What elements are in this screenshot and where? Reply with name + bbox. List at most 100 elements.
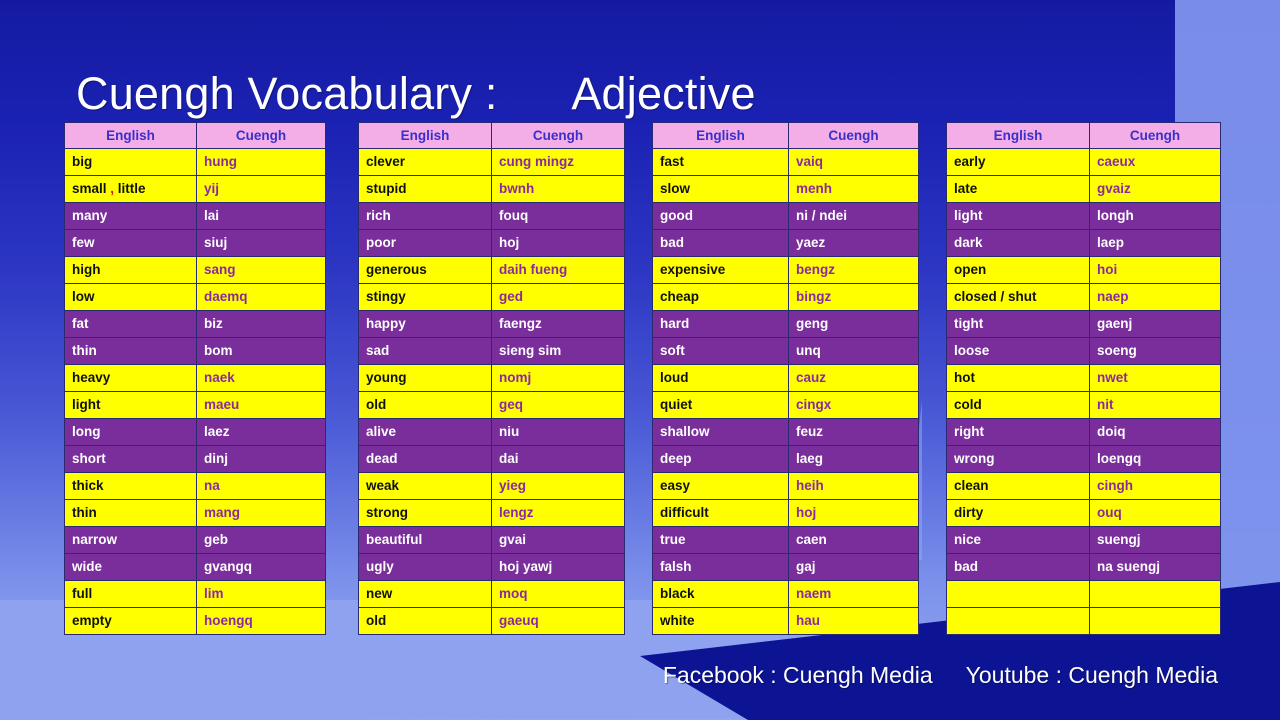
cell-cuengh: heih [788, 472, 919, 500]
cell-cuengh: nomj [491, 364, 625, 392]
vocab-table-3: English Cuengh fast vaiq slow menh good ni / nd… [652, 122, 919, 635]
footer-facebook-label: Facebook : Cuengh Media [662, 662, 933, 688]
cell-cuengh: suengj [1089, 526, 1221, 554]
slide-root: Cuengh Vocabulary : Adjective English Cue… [0, 0, 1280, 720]
cell-english: few [64, 229, 197, 257]
title-bar: Cuengh Vocabulary : Adjective [0, 0, 1280, 119]
cell-cuengh: yieg [491, 472, 625, 500]
cell-english: closed / shut [946, 283, 1090, 311]
footer: Facebook : Cuengh Media Youtube : Cuengh… [0, 662, 1280, 720]
cell-english: old [358, 607, 492, 635]
cell-cuengh: dai [491, 445, 625, 473]
column-header-cuengh: Cuengh [196, 122, 326, 149]
table-header-row: English Cuengh [652, 122, 919, 149]
cell-cuengh: cingh [1089, 472, 1221, 500]
cell-cuengh: bengz [788, 256, 919, 284]
vocab-table-2: English Cuengh clever cung mingz stupid bwnh r… [358, 122, 625, 635]
table-row: slow menh [652, 175, 919, 203]
cell-cuengh: gaj [788, 553, 919, 581]
table-row: heavy naek [64, 364, 326, 392]
table-row: hard geng [652, 310, 919, 338]
cell-cuengh [1089, 607, 1221, 635]
cell-english: short [64, 445, 197, 473]
cell-english: small , little [64, 175, 197, 203]
cell-cuengh: caen [788, 526, 919, 554]
cell-cuengh: gaeuq [491, 607, 625, 635]
cell-english: slow [652, 175, 789, 203]
table-row: old gaeuq [358, 607, 625, 635]
cell-cuengh: laez [196, 418, 326, 446]
cell-cuengh: hoj [788, 499, 919, 527]
table-row: black naem [652, 580, 919, 608]
cell-english: bad [652, 229, 789, 257]
table-row: rich fouq [358, 202, 625, 230]
table-row: short dinj [64, 445, 326, 473]
cell-cuengh: nit [1089, 391, 1221, 419]
table-row: closed / shut naep [946, 283, 1221, 311]
cell-cuengh: gvaiz [1089, 175, 1221, 203]
table-row: thin mang [64, 499, 326, 527]
table-row: small , little yij [64, 175, 326, 203]
cell-cuengh: sang [196, 256, 326, 284]
cell-english: clever [358, 148, 492, 176]
cell-english: dark [946, 229, 1090, 257]
cell-cuengh: hau [788, 607, 919, 635]
vocab-table-1: English Cuengh big hung small , little yij man… [64, 122, 326, 635]
cell-english: wide [64, 553, 197, 581]
table-row: happy faengz [358, 310, 625, 338]
cell-english: rich [358, 202, 492, 230]
cell-english: stupid [358, 175, 492, 203]
table-row: nice suengj [946, 526, 1221, 554]
table-row: stupid bwnh [358, 175, 625, 203]
table-row: difficult hoj [652, 499, 919, 527]
cell-cuengh: doiq [1089, 418, 1221, 446]
table-row: fat biz [64, 310, 326, 338]
table-row: right doiq [946, 418, 1221, 446]
cell-cuengh: na [196, 472, 326, 500]
column-header-cuengh: Cuengh [788, 122, 919, 149]
cell-english: dirty [946, 499, 1090, 527]
cell-english: shallow [652, 418, 789, 446]
cell-cuengh: feuz [788, 418, 919, 446]
table-row: stingy ged [358, 283, 625, 311]
cell-cuengh: fouq [491, 202, 625, 230]
cell-english: hot [946, 364, 1090, 392]
cell-english: bad [946, 553, 1090, 581]
table-row: bad yaez [652, 229, 919, 257]
table-header-row: English Cuengh [64, 122, 326, 149]
cell-cuengh: ged [491, 283, 625, 311]
cell-english: falsh [652, 553, 789, 581]
table-row: few siuj [64, 229, 326, 257]
cell-cuengh: daemq [196, 283, 326, 311]
table-row: light longh [946, 202, 1221, 230]
cell-english: cheap [652, 283, 789, 311]
cell-cuengh: naek [196, 364, 326, 392]
table-row: open hoi [946, 256, 1221, 284]
cell-english: clean [946, 472, 1090, 500]
table-row: dead dai [358, 445, 625, 473]
cell-english: high [64, 256, 197, 284]
cell-cuengh: hung [196, 148, 326, 176]
cell-cuengh: lai [196, 202, 326, 230]
table-row: easy heih [652, 472, 919, 500]
cell-english: difficult [652, 499, 789, 527]
cell-english: low [64, 283, 197, 311]
cell-english: loud [652, 364, 789, 392]
page-title: Cuengh Vocabulary : Adjective [76, 68, 756, 120]
cell-cuengh: laeg [788, 445, 919, 473]
cell-english: thin [64, 337, 197, 365]
table-row [946, 607, 1221, 635]
column-header-cuengh: Cuengh [1089, 122, 1221, 149]
cell-cuengh: longh [1089, 202, 1221, 230]
cell-english: light [946, 202, 1090, 230]
cell-english: right [946, 418, 1090, 446]
cell-english: empty [64, 607, 197, 635]
vocab-table-wrapper-1: English Cuengh big hung small , little yij man… [64, 122, 326, 635]
cell-english: deep [652, 445, 789, 473]
cell-english: thin [64, 499, 197, 527]
cell-cuengh: gvangq [196, 553, 326, 581]
cell-english: fast [652, 148, 789, 176]
cell-cuengh: mang [196, 499, 326, 527]
cell-cuengh: faengz [491, 310, 625, 338]
table-row: falsh gaj [652, 553, 919, 581]
